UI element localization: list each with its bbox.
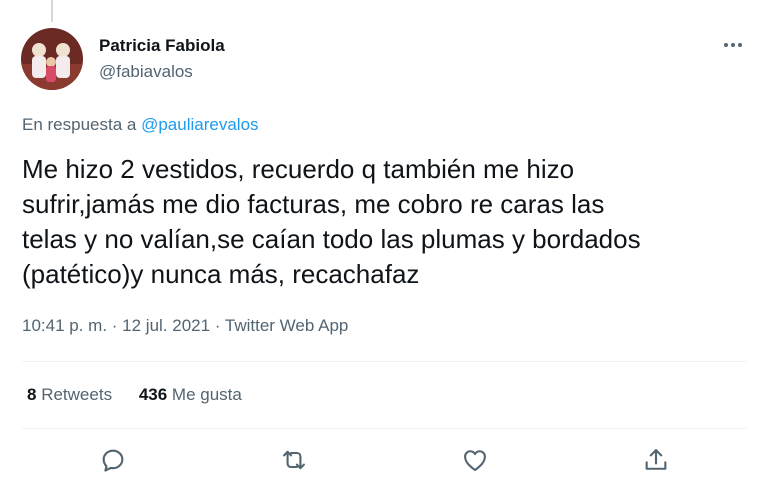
tweet-stats: 8 Retweets 436 Me gusta <box>27 385 264 405</box>
meta-separator: · <box>107 316 123 335</box>
more-options-button[interactable] <box>715 32 751 58</box>
thread-connector-line <box>51 0 53 22</box>
likes-label: Me gusta <box>171 385 242 404</box>
reply-context: En respuesta a @pauliarevalos <box>22 115 259 135</box>
divider <box>22 428 747 429</box>
retweets-stat[interactable]: 8 Retweets <box>27 385 112 404</box>
retweets-count: 8 <box>27 385 37 404</box>
retweet-icon <box>282 450 305 470</box>
reply-button[interactable] <box>93 440 133 480</box>
tweet-metadata: 10:41 p. m. · 12 jul. 2021 · Twitter Web… <box>22 316 348 336</box>
reply-prefix: En respuesta a <box>22 115 137 134</box>
share-button[interactable] <box>636 440 676 480</box>
author-name[interactable]: Patricia Fabiola <box>99 36 225 56</box>
tweet-source-app[interactable]: Twitter Web App <box>225 316 348 335</box>
tweet-text: Me hizo 2 vestidos, recuerdo q también m… <box>22 154 641 289</box>
author-handle[interactable]: @fabiavalos <box>99 62 193 82</box>
tweet-time[interactable]: 10:41 p. m. <box>22 316 107 335</box>
retweet-button[interactable] <box>274 440 314 480</box>
like-icon <box>464 450 487 471</box>
retweets-label: Retweets <box>41 385 113 404</box>
meta-separator: · <box>210 316 225 335</box>
likes-count: 436 <box>138 385 168 404</box>
reply-icon <box>102 449 124 472</box>
likes-stat[interactable]: 436 Me gusta <box>139 385 242 404</box>
avatar-image <box>21 28 83 90</box>
avatar[interactable] <box>21 28 83 90</box>
tweet-actions-bar <box>22 436 747 484</box>
share-icon <box>645 449 667 470</box>
like-button[interactable] <box>455 440 495 480</box>
tweet-date[interactable]: 12 jul. 2021 <box>122 316 210 335</box>
more-dots-icon <box>724 43 742 47</box>
reply-mention-link[interactable]: @pauliarevalos <box>141 115 258 134</box>
divider <box>22 361 747 362</box>
